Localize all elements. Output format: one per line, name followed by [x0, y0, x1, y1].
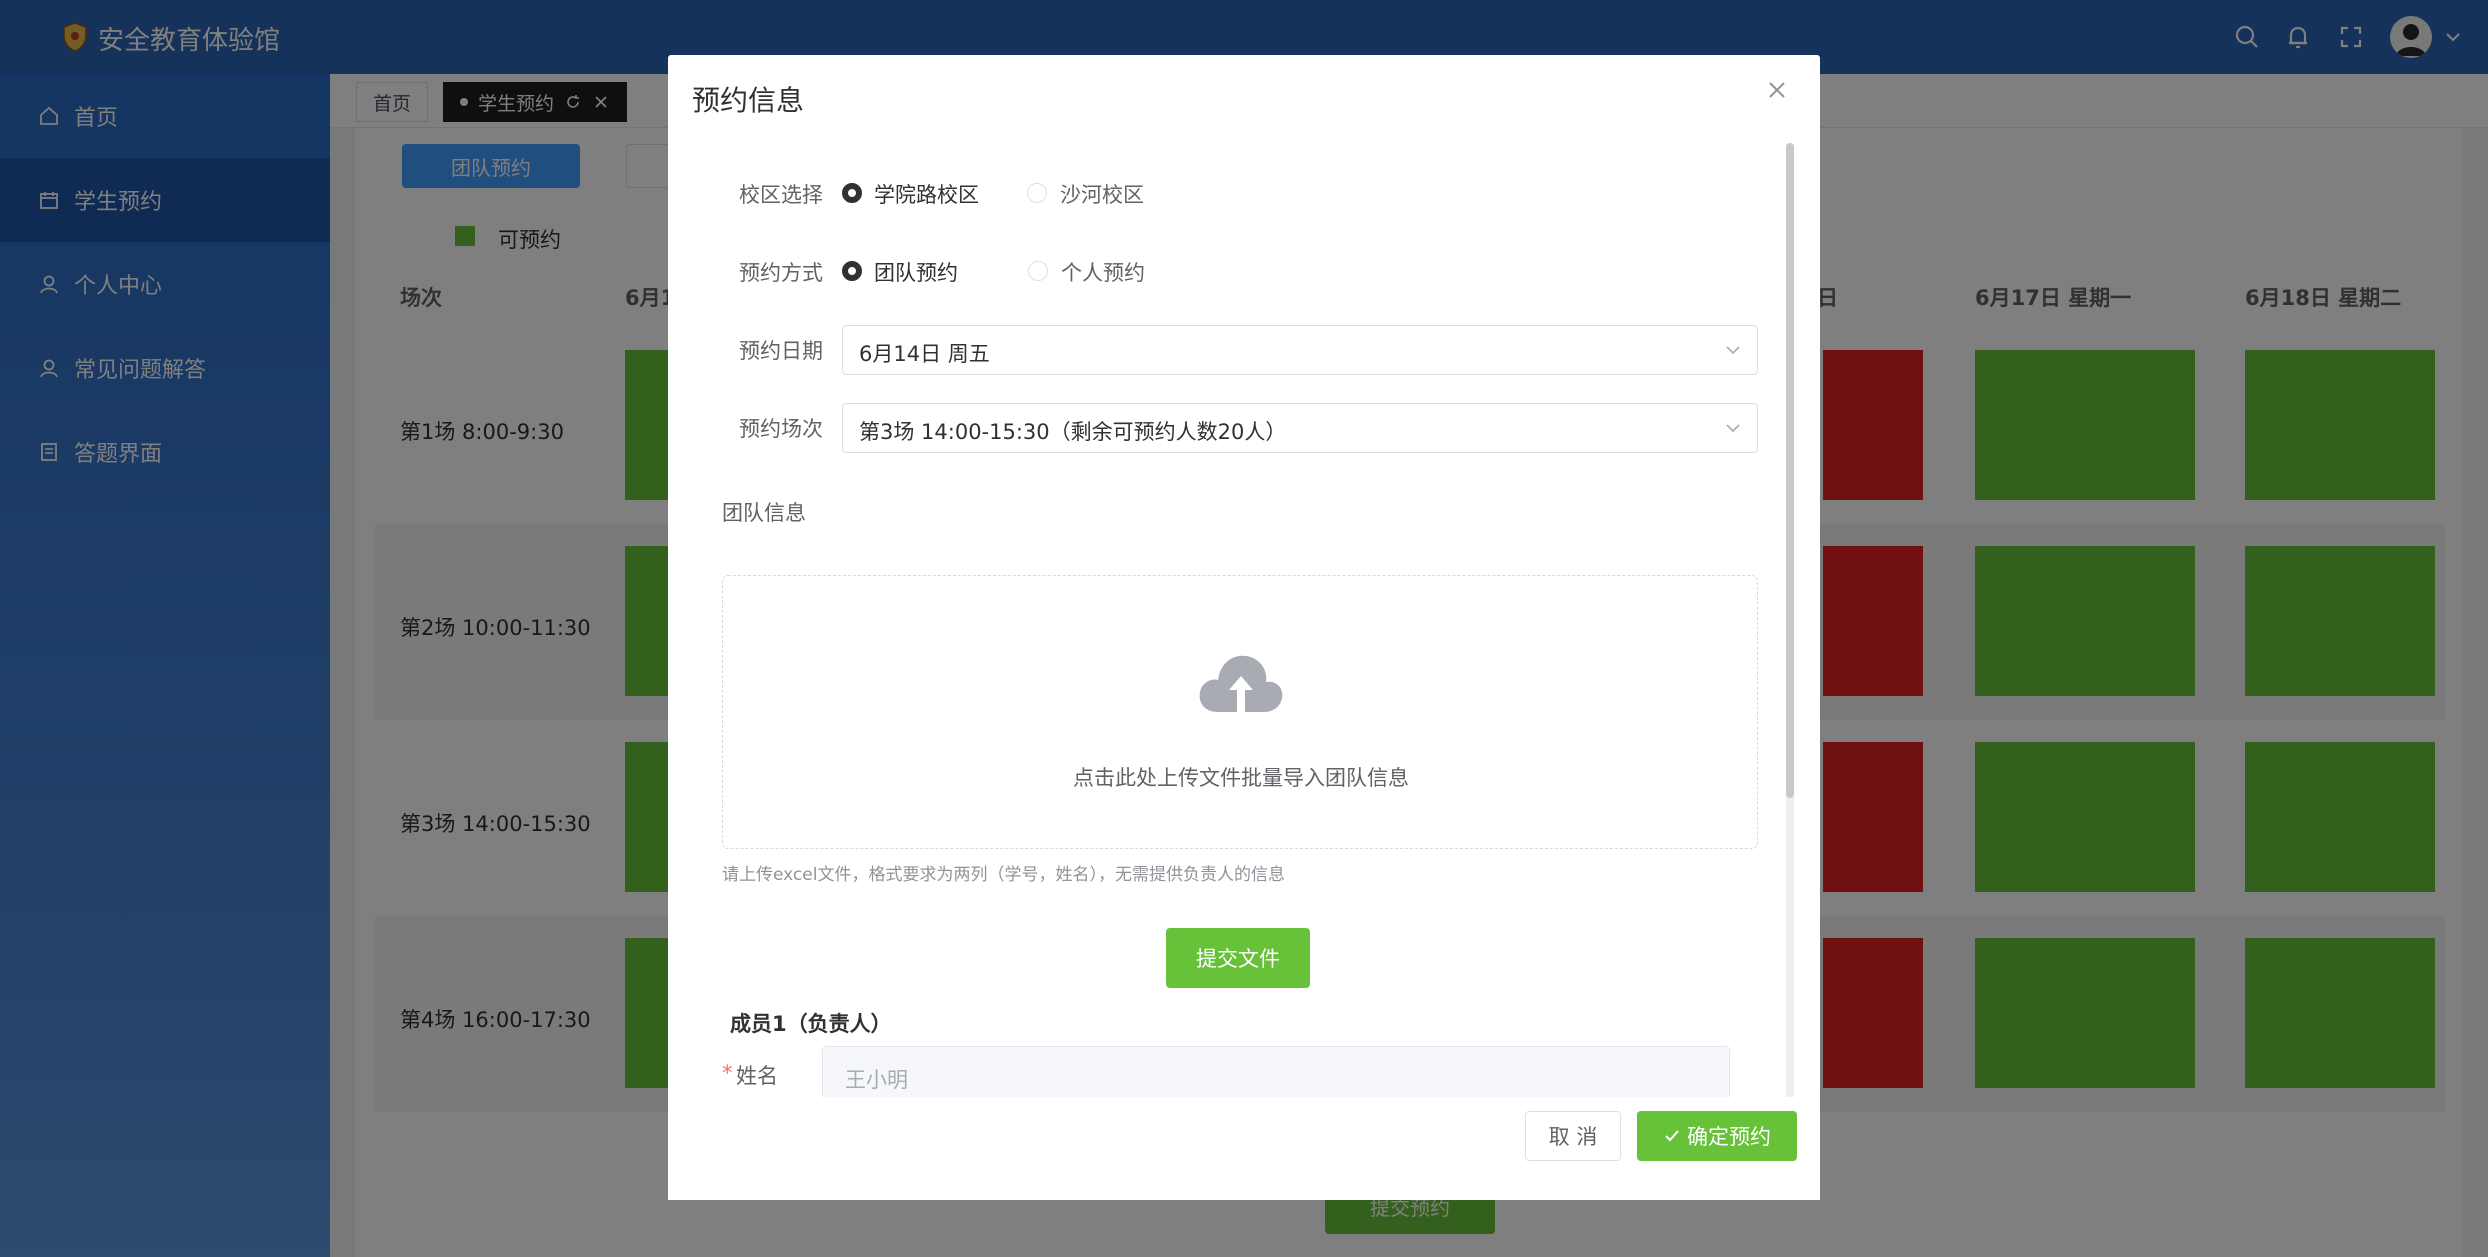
- booking-info-dialog: 预约信息 校区选择 学院路校区 沙河校区 预约方式 团队预约 个人预约 预约日期…: [668, 55, 1820, 1200]
- mode-radio-person[interactable]: [1028, 261, 1048, 281]
- submit-file-label: 提交文件: [1196, 947, 1280, 971]
- session-select-label: 预约场次: [739, 417, 823, 441]
- campus-option-label: 沙河校区: [1060, 183, 1144, 207]
- mode-option-label: 团队预约: [874, 261, 958, 285]
- date-select-value: 6月14日 周五: [859, 342, 990, 366]
- chevron-down-icon: [1726, 424, 1740, 433]
- required-marker: *: [722, 1061, 733, 1085]
- campus-radio-shahe[interactable]: [1027, 183, 1047, 203]
- dialog-scrollbar-thumb[interactable]: [1786, 143, 1794, 798]
- session-select[interactable]: 第3场 14:00-15:30（剩余可预约人数20人）: [842, 403, 1758, 453]
- close-icon[interactable]: [1764, 77, 1790, 103]
- upload-hint: 请上传excel文件，格式要求为两列（学号，姓名），无需提供负责人的信息: [722, 865, 1285, 885]
- member-title: 成员1（负责人）: [730, 1012, 892, 1036]
- chevron-down-icon: [1726, 346, 1740, 355]
- campus-option-label: 学院路校区: [874, 183, 979, 207]
- confirm-booking-button[interactable]: 确定预约: [1637, 1111, 1797, 1161]
- mode-radio-team[interactable]: [842, 261, 862, 281]
- cloud-upload-icon: [1199, 655, 1283, 712]
- date-label: 预约日期: [739, 339, 823, 363]
- confirm-label: 确定预约: [1687, 1125, 1771, 1149]
- cancel-button[interactable]: 取 消: [1525, 1111, 1621, 1161]
- name-label: 姓名: [736, 1064, 778, 1088]
- campus-label: 校区选择: [739, 183, 823, 207]
- mode-option-label: 个人预约: [1061, 261, 1145, 285]
- upload-instruction: 点击此处上传文件批量导入团队信息: [1073, 766, 1409, 790]
- name-input-value: 王小明: [845, 1068, 908, 1092]
- date-select[interactable]: 6月14日 周五: [842, 325, 1758, 375]
- campus-radio-xueyuanlu[interactable]: [842, 183, 862, 203]
- submit-file-button[interactable]: 提交文件: [1166, 928, 1310, 988]
- cancel-label: 取 消: [1548, 1125, 1598, 1149]
- session-select-value: 第3场 14:00-15:30（剩余可预约人数20人）: [859, 420, 1287, 444]
- check-icon: [1665, 1130, 1679, 1142]
- file-upload-dropzone[interactable]: 点击此处上传文件批量导入团队信息: [722, 575, 1758, 849]
- dialog-footer: 取 消 确定预约: [668, 1097, 1820, 1200]
- dialog-title: 预约信息: [692, 84, 805, 117]
- mode-label: 预约方式: [739, 261, 823, 285]
- team-info-title: 团队信息: [722, 501, 806, 525]
